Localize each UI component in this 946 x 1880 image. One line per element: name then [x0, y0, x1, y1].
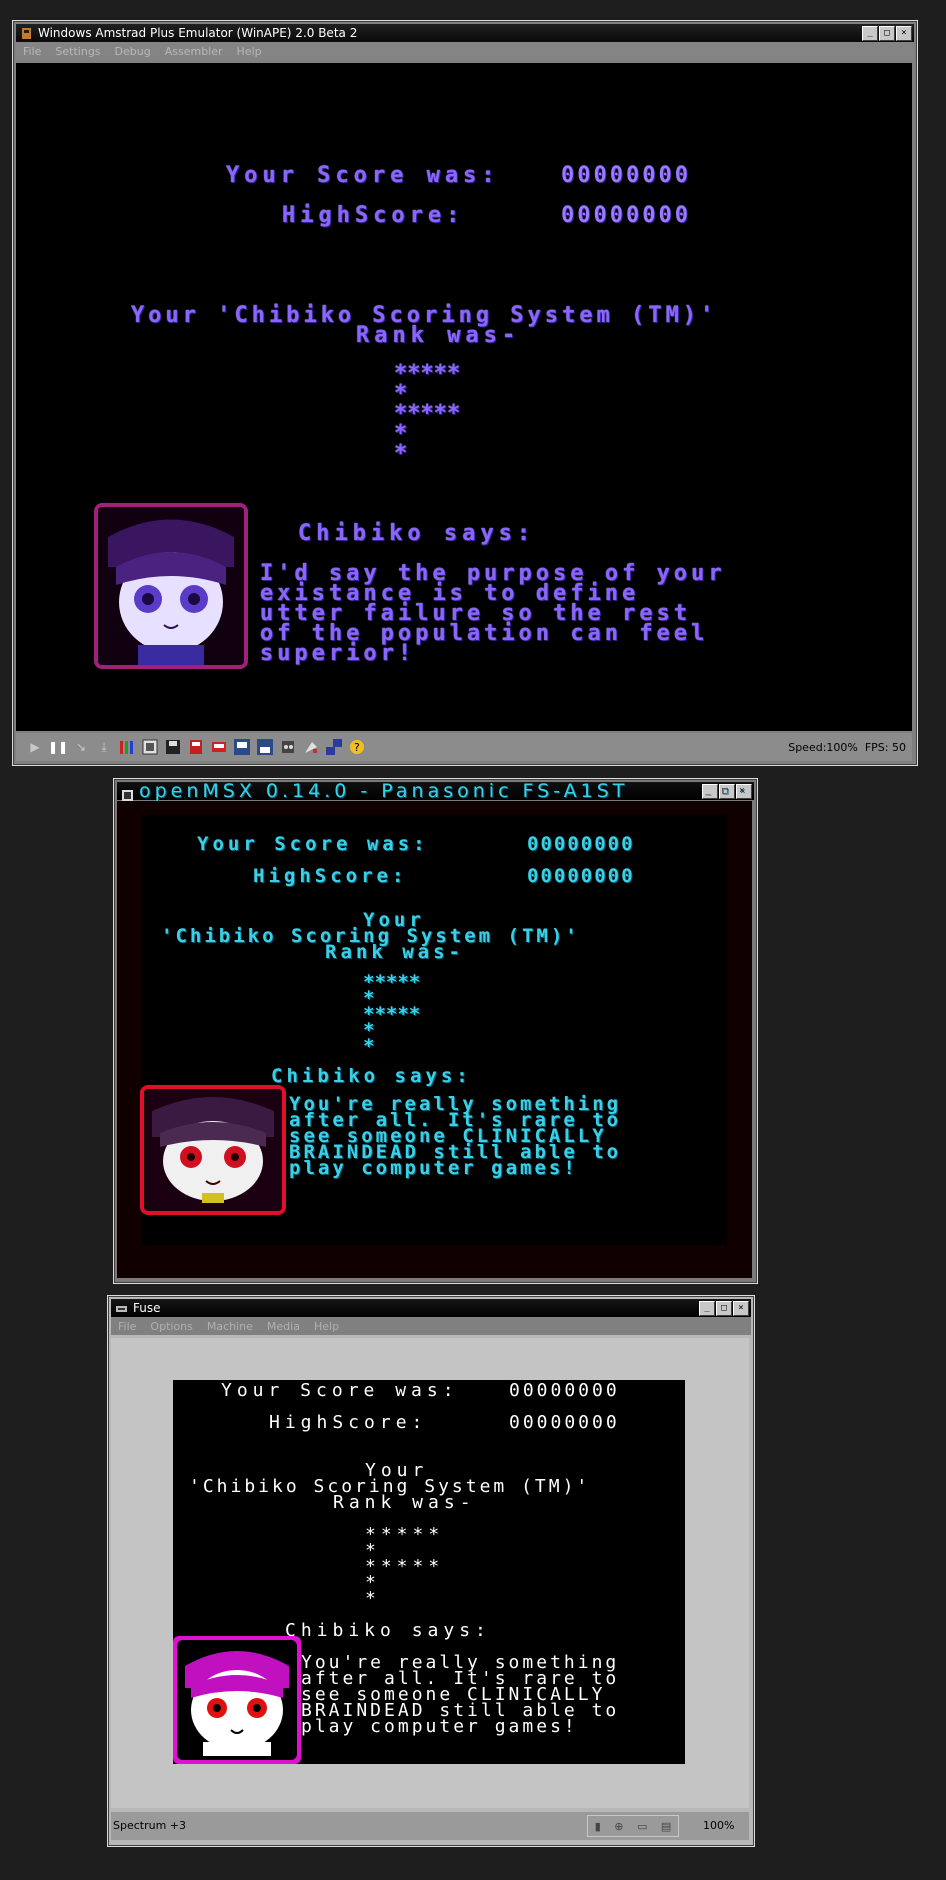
openmsx-window: openMSX 0.14.0 - Panasonic FS-A1ST _ □ ×…	[113, 778, 758, 1284]
menu-debug[interactable]: Debug	[115, 45, 151, 58]
rank-subheading: Rank was-	[325, 941, 464, 963]
step-over-icon[interactable]: ⤓	[95, 738, 113, 756]
rank-row: *	[365, 1588, 381, 1609]
window-title: Windows Amstrad Plus Emulator (WinAPE) 2…	[38, 26, 358, 40]
menu-options[interactable]: Options	[150, 1320, 192, 1333]
microdrive-icon: ▮	[594, 1819, 601, 1833]
openmsx-titlebar[interactable]: openMSX 0.14.0 - Panasonic FS-A1ST _ □ ×	[117, 780, 754, 802]
save-icon[interactable]	[164, 738, 182, 756]
highscore-label: HighScore:	[253, 865, 408, 887]
spectrum-border: Your Score was: 00000000 HighScore: 0000…	[111, 1338, 749, 1808]
pens-icon[interactable]	[118, 738, 136, 756]
screen-icon[interactable]	[325, 738, 343, 756]
help-icon[interactable]: ?	[348, 738, 366, 756]
disk-a-icon[interactable]	[187, 738, 205, 756]
score-value: 00000000	[561, 163, 691, 188]
winape-window: Windows Amstrad Plus Emulator (WinAPE) 2…	[12, 20, 918, 766]
msx-screen: Your Score was: 00000000 HighScore: 0000…	[117, 801, 752, 1278]
menu-help[interactable]: Help	[314, 1320, 339, 1333]
step-icon[interactable]: ↘	[72, 738, 90, 756]
menu-help[interactable]: Help	[237, 45, 262, 58]
winape-titlebar[interactable]: Windows Amstrad Plus Emulator (WinAPE) 2…	[16, 24, 914, 42]
menu-settings[interactable]: Settings	[55, 45, 100, 58]
machine-status: Spectrum +3	[113, 1819, 187, 1832]
openmsx-app-icon	[121, 785, 134, 801]
minimize-button[interactable]: _	[862, 25, 878, 41]
chibiko-portrait	[140, 1085, 286, 1215]
close-button[interactable]: ×	[733, 1300, 749, 1316]
close-button[interactable]: ×	[736, 783, 752, 799]
highscore-label: HighScore:	[282, 203, 465, 228]
minimize-button[interactable]: _	[699, 1300, 715, 1316]
snapshot-save-icon[interactable]	[256, 738, 274, 756]
snapshot-icon[interactable]	[233, 738, 251, 756]
quote-line: superior!	[260, 641, 416, 666]
menu-assembler[interactable]: Assembler	[165, 45, 223, 58]
chibiko-says-label: Chibiko says:	[271, 1065, 472, 1087]
fuse-statusbar: Spectrum +3 ▮ ⊕ ▭ ▤ 100%	[111, 1812, 749, 1840]
chibiko-says-label: Chibiko says:	[298, 521, 536, 546]
fuse-window: Fuse _ □ × File Options Machine Media He…	[107, 1295, 755, 1847]
rank-subheading: Rank was-	[333, 1492, 476, 1513]
tape-icon: ▤	[660, 1819, 672, 1833]
menu-file[interactable]: File	[23, 45, 41, 58]
pause-icon[interactable]: ❚❚	[48, 738, 68, 756]
chibiko-says-label: Chibiko says:	[285, 1620, 491, 1641]
maximize-button[interactable]: □	[719, 783, 735, 799]
chibiko-face-icon	[98, 507, 244, 665]
highscore-value: 00000000	[509, 1412, 620, 1433]
settings-icon[interactable]	[302, 738, 320, 756]
quote-line: play computer games!	[301, 1716, 578, 1737]
amstrad-screen: Your Score was: 00000000 HighScore: 0000…	[16, 63, 912, 731]
highscore-value: 00000000	[561, 203, 691, 228]
rank-subheading: Rank was-	[356, 323, 521, 348]
menu-machine[interactable]: Machine	[207, 1320, 253, 1333]
chibiko-face-icon	[144, 1089, 282, 1211]
score-label: Your Score was:	[197, 833, 429, 855]
score-value: 00000000	[509, 1380, 620, 1401]
quote-line: play computer games!	[289, 1157, 578, 1179]
winape-menubar: File Settings Debug Assembler Help	[16, 42, 914, 60]
chibiko-face-icon	[177, 1640, 297, 1760]
maximize-button[interactable]: □	[879, 25, 895, 41]
window-title: openMSX 0.14.0 - Panasonic FS-A1ST	[139, 780, 629, 802]
fuse-menubar: File Options Machine Media Help	[111, 1317, 751, 1335]
window-title: Fuse	[133, 1301, 161, 1315]
rank-row: *	[363, 1035, 379, 1057]
disk-b-icon[interactable]	[210, 738, 228, 756]
spectrum-screen: Your Score was: 00000000 HighScore: 0000…	[173, 1380, 685, 1764]
minimize-button[interactable]: _	[702, 783, 718, 799]
config-icon[interactable]	[141, 738, 159, 756]
score-value: 00000000	[527, 833, 635, 855]
winape-app-icon	[20, 27, 33, 40]
menu-file[interactable]: File	[118, 1320, 136, 1333]
maximize-button[interactable]: □	[716, 1300, 732, 1316]
highscore-value: 00000000	[527, 865, 635, 887]
chibiko-portrait	[173, 1636, 301, 1764]
rank-row: *	[394, 441, 413, 466]
winape-toolbar: ▶ ❚❚ ↘ ⤓ ? Speed:100% FPS: 50	[16, 733, 912, 761]
disk-icon: ▭	[636, 1819, 648, 1833]
fuse-titlebar[interactable]: Fuse _ □ ×	[111, 1299, 751, 1317]
status-text: Speed:100% FPS: 50	[788, 740, 906, 754]
close-button[interactable]: ×	[896, 25, 912, 41]
status-indicators: ▮ ⊕ ▭ ▤	[587, 1815, 679, 1837]
svg-text:?: ?	[354, 741, 360, 754]
tape-icon[interactable]	[279, 738, 297, 756]
score-label: Your Score was:	[221, 1380, 459, 1401]
fuse-app-icon	[115, 1302, 128, 1315]
speed-status: 100%	[703, 1819, 735, 1832]
chibiko-portrait	[94, 503, 248, 669]
play-icon[interactable]: ▶	[26, 738, 44, 756]
score-label: Your Score was:	[226, 163, 500, 188]
mouse-icon: ⊕	[614, 1819, 624, 1833]
menu-media[interactable]: Media	[267, 1320, 300, 1333]
highscore-label: HighScore:	[269, 1412, 428, 1433]
